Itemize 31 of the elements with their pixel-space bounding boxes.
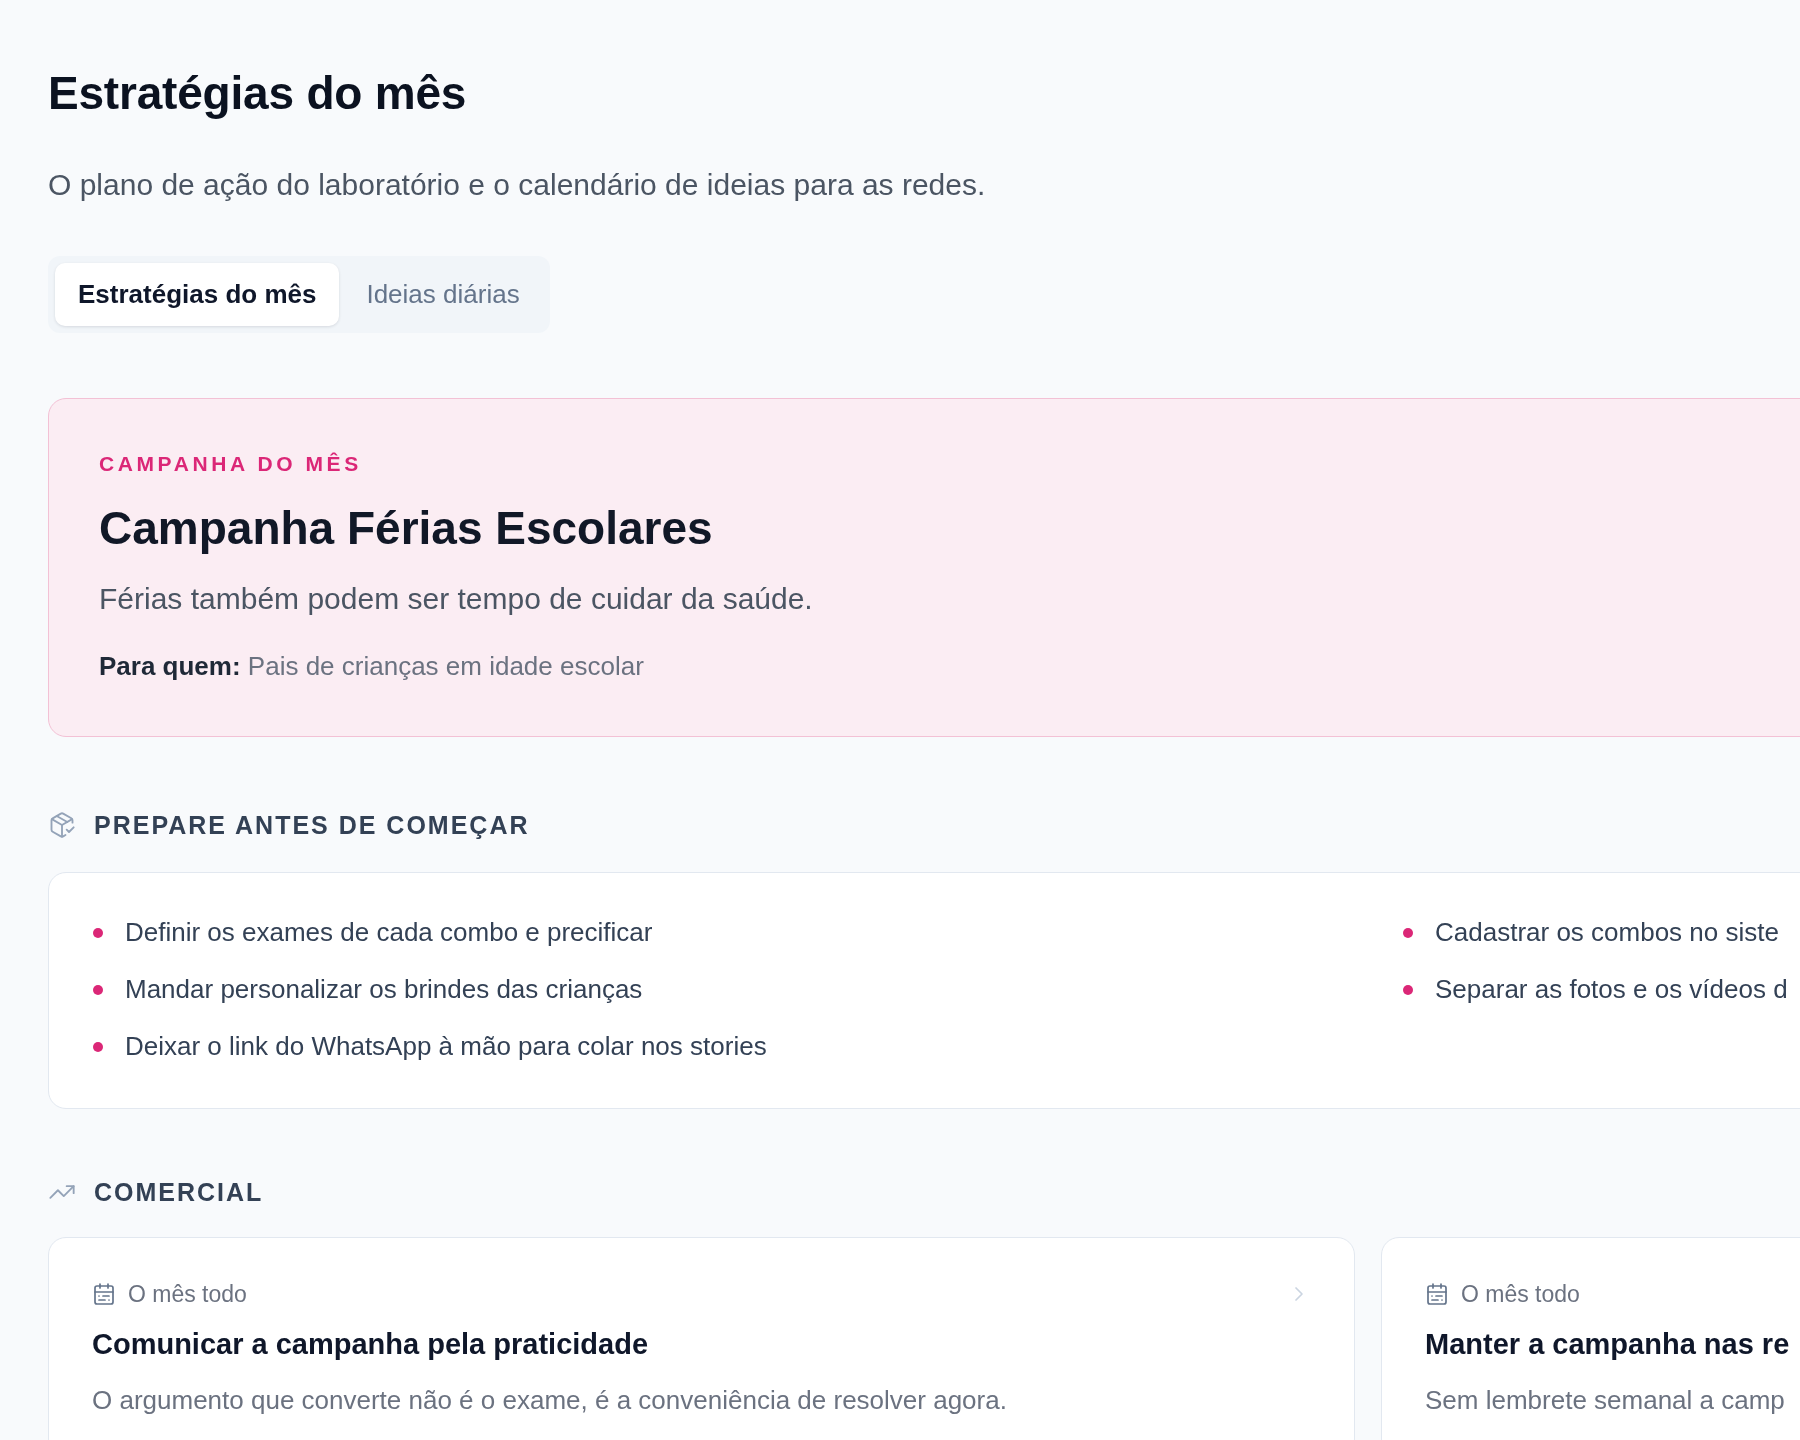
calendar-icon [92,1282,116,1306]
page-subtitle: O plano de ação do laboratório e o calendário de ideias para as redes. [48,167,986,203]
card-timing: O mês todo [128,1280,247,1308]
card-timing: O mês todo [1461,1280,1580,1308]
idea-card[interactable]: O mês todo Manter a campanha nas re Sem lembrete semanal a camp [1381,1237,1800,1440]
checklist-item: Definir os exames de cada combo e precificar [125,916,653,949]
tab[interactable]: Ideias diárias [343,263,543,326]
checklist-item: Mandar personalizar os brindes das crianças [125,973,643,1006]
card-description: Sem lembrete semanal a camp [1425,1384,1786,1416]
card-title: Comunicar a campanha pela praticidade [92,1327,649,1362]
page-title: Estratégias do mês [48,66,467,120]
checklist-item: Separar as fotos e os vídeos d [1435,973,1788,1006]
campaign-eyebrow: CAMPANHA DO MÊS [99,451,362,477]
section-heading: PREPARE ANTES DE COMEÇAR [94,810,530,841]
idea-card[interactable]: O mês todo Comunicar a campanha pela praticidade O argumento que converte não é o exame, é a conveniência de resolver agora. [48,1237,1355,1440]
bullet-icon [1403,984,1413,995]
card-title: Manter a campanha nas re [1425,1327,1791,1362]
bullet-icon [1403,927,1413,938]
card-description: O argumento que converte não é o exame, é a conveniência de resolver agora. [92,1384,1008,1416]
checklist-item: Cadastrar os combos no siste [1435,916,1779,949]
package-icon [48,811,76,839]
bullet-icon [93,1041,103,1052]
bullet-icon [93,984,103,995]
calendar-icon [1425,1282,1449,1306]
checklist-item: Deixar o link do WhatsApp à mão para colar nos stories [125,1030,767,1063]
campaign-tagline: Férias também podem ser tempo de cuidar da saúde. [99,581,813,617]
campaign-title: Campanha Férias Escolares [99,501,713,555]
section-heading: COMERCIAL [94,1177,264,1208]
campaign-audience: Para quem: Pais de crianças em idade escolar [99,650,644,683]
tab[interactable]: Estratégias do mês [55,263,340,326]
bullet-icon [93,927,103,938]
